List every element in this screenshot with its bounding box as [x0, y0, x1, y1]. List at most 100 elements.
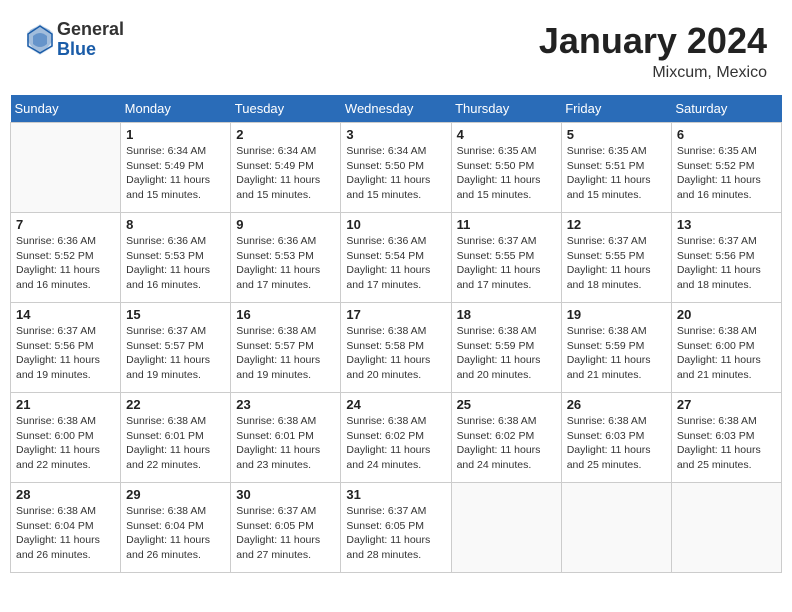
day-info: Sunrise: 6:37 AMSunset: 6:05 PMDaylight:… — [346, 504, 445, 563]
calendar-cell — [671, 483, 781, 573]
day-number: 22 — [126, 397, 225, 412]
day-info: Sunrise: 6:38 AMSunset: 5:59 PMDaylight:… — [567, 324, 666, 383]
day-number: 25 — [457, 397, 556, 412]
day-number: 29 — [126, 487, 225, 502]
calendar-cell: 21 Sunrise: 6:38 AMSunset: 6:00 PMDayligh… — [11, 393, 121, 483]
logo: General Blue — [25, 20, 124, 60]
day-number: 28 — [16, 487, 115, 502]
day-number: 31 — [346, 487, 445, 502]
calendar-cell: 28Sunrise: 6:38 AMSunset: 6:04 PMDayligh… — [11, 483, 121, 573]
day-info: Sunrise: 6:38 AMSunset: 5:59 PMDaylight:… — [457, 324, 556, 383]
day-number: 16 — [236, 307, 335, 322]
day-info: Sunrise: 6:38 AMSunset: 6:04 PMDaylight:… — [126, 504, 225, 563]
calendar-cell: 20 Sunrise: 6:38 AMSunset: 6:00 PMDayligh… — [671, 303, 781, 393]
calendar-cell: 11 Sunrise: 6:37 AMSunset: 5:55 PMDayligh… — [451, 213, 561, 303]
calendar-cell: 29 Sunrise: 6:38 AMSunset: 6:04 PMDayligh… — [121, 483, 231, 573]
day-number: 18 — [457, 307, 556, 322]
day-info: Sunrise: 6:38 AMSunset: 5:57 PMDaylight:… — [236, 324, 335, 383]
weekday-header-sunday: Sunday — [11, 95, 121, 123]
calendar-cell: 8 Sunrise: 6:36 AMSunset: 5:53 PMDaylight… — [121, 213, 231, 303]
day-number: 21 — [16, 397, 115, 412]
day-number: 6 — [677, 127, 776, 142]
day-info: Sunrise: 6:38 AMSunset: 6:02 PMDaylight:… — [346, 414, 445, 473]
day-number: 15 — [126, 307, 225, 322]
calendar-cell: 17Sunrise: 6:38 AMSunset: 5:58 PMDayligh… — [341, 303, 451, 393]
weekday-header-monday: Monday — [121, 95, 231, 123]
day-number: 13 — [677, 217, 776, 232]
calendar-cell: 5 Sunrise: 6:35 AMSunset: 5:51 PMDaylight… — [561, 123, 671, 213]
day-info: Sunrise: 6:37 AMSunset: 6:05 PMDaylight:… — [236, 504, 335, 563]
location: Mixcum, Mexico — [539, 64, 767, 82]
day-info: Sunrise: 6:35 AMSunset: 5:52 PMDaylight:… — [677, 144, 776, 203]
day-number: 17 — [346, 307, 445, 322]
day-number: 20 — [677, 307, 776, 322]
calendar-cell: 2Sunrise: 6:34 AMSunset: 5:49 PMDaylight… — [231, 123, 341, 213]
day-info: Sunrise: 6:38 AMSunset: 6:00 PMDaylight:… — [16, 414, 115, 473]
logo-general: General — [57, 20, 124, 40]
day-number: 7 — [16, 217, 115, 232]
day-info: Sunrise: 6:37 AMSunset: 5:57 PMDaylight:… — [126, 324, 225, 383]
day-number: 14 — [16, 307, 115, 322]
calendar-cell: 10 Sunrise: 6:36 AMSunset: 5:54 PMDayligh… — [341, 213, 451, 303]
day-number: 26 — [567, 397, 666, 412]
day-number: 11 — [457, 217, 556, 232]
logo-blue: Blue — [57, 40, 124, 60]
day-info: Sunrise: 6:37 AMSunset: 5:55 PMDaylight:… — [457, 234, 556, 293]
day-info: Sunrise: 6:38 AMSunset: 6:03 PMDaylight:… — [567, 414, 666, 473]
calendar-cell: 27 Sunrise: 6:38 AMSunset: 6:03 PMDayligh… — [671, 393, 781, 483]
calendar-cell: 12Sunrise: 6:37 AMSunset: 5:55 PMDayligh… — [561, 213, 671, 303]
calendar-cell: 24Sunrise: 6:38 AMSunset: 6:02 PMDayligh… — [341, 393, 451, 483]
day-info: Sunrise: 6:38 AMSunset: 6:01 PMDaylight:… — [126, 414, 225, 473]
calendar-cell: 18 Sunrise: 6:38 AMSunset: 5:59 PMDayligh… — [451, 303, 561, 393]
calendar-cell: 3Sunrise: 6:34 AMSunset: 5:50 PMDaylight… — [341, 123, 451, 213]
calendar-cell — [11, 123, 121, 213]
day-number: 4 — [457, 127, 556, 142]
calendar-cell — [561, 483, 671, 573]
week-row-2: 14 Sunrise: 6:37 AMSunset: 5:56 PMDayligh… — [11, 303, 782, 393]
day-number: 5 — [567, 127, 666, 142]
week-row-0: 1 Sunrise: 6:34 AMSunset: 5:49 PMDaylight… — [11, 123, 782, 213]
day-info: Sunrise: 6:36 AMSunset: 5:53 PMDaylight:… — [236, 234, 335, 293]
weekday-header-tuesday: Tuesday — [231, 95, 341, 123]
day-info: Sunrise: 6:37 AMSunset: 5:56 PMDaylight:… — [16, 324, 115, 383]
month-title: January 2024 — [539, 20, 767, 62]
calendar-cell: 14 Sunrise: 6:37 AMSunset: 5:56 PMDayligh… — [11, 303, 121, 393]
calendar-cell: 23Sunrise: 6:38 AMSunset: 6:01 PMDayligh… — [231, 393, 341, 483]
day-number: 9 — [236, 217, 335, 232]
calendar-cell: 15 Sunrise: 6:37 AMSunset: 5:57 PMDayligh… — [121, 303, 231, 393]
day-info: Sunrise: 6:34 AMSunset: 5:49 PMDaylight:… — [126, 144, 225, 203]
day-number: 27 — [677, 397, 776, 412]
weekday-header-saturday: Saturday — [671, 95, 781, 123]
weekday-header-thursday: Thursday — [451, 95, 561, 123]
week-row-3: 21 Sunrise: 6:38 AMSunset: 6:00 PMDayligh… — [11, 393, 782, 483]
week-row-1: 7 Sunrise: 6:36 AMSunset: 5:52 PMDaylight… — [11, 213, 782, 303]
day-info: Sunrise: 6:36 AMSunset: 5:54 PMDaylight:… — [346, 234, 445, 293]
day-number: 1 — [126, 127, 225, 142]
day-info: Sunrise: 6:36 AMSunset: 5:52 PMDaylight:… — [16, 234, 115, 293]
calendar-cell: 7 Sunrise: 6:36 AMSunset: 5:52 PMDaylight… — [11, 213, 121, 303]
day-info: Sunrise: 6:36 AMSunset: 5:53 PMDaylight:… — [126, 234, 225, 293]
day-info: Sunrise: 6:38 AMSunset: 6:00 PMDaylight:… — [677, 324, 776, 383]
title-area: January 2024 Mixcum, Mexico — [539, 20, 767, 82]
day-number: 12 — [567, 217, 666, 232]
day-number: 2 — [236, 127, 335, 142]
calendar-cell: 25Sunrise: 6:38 AMSunset: 6:02 PMDayligh… — [451, 393, 561, 483]
calendar-cell — [451, 483, 561, 573]
calendar-cell: 13Sunrise: 6:37 AMSunset: 5:56 PMDayligh… — [671, 213, 781, 303]
day-info: Sunrise: 6:38 AMSunset: 6:03 PMDaylight:… — [677, 414, 776, 473]
calendar: SundayMondayTuesdayWednesdayThursdayFrid… — [10, 95, 782, 573]
calendar-cell: 26 Sunrise: 6:38 AMSunset: 6:03 PMDayligh… — [561, 393, 671, 483]
calendar-cell: 1 Sunrise: 6:34 AMSunset: 5:49 PMDaylight… — [121, 123, 231, 213]
day-info: Sunrise: 6:34 AMSunset: 5:50 PMDaylight:… — [346, 144, 445, 203]
logo-icon — [25, 22, 55, 57]
day-number: 30 — [236, 487, 335, 502]
page-header: General Blue January 2024 Mixcum, Mexico — [10, 10, 782, 87]
calendar-cell: 16 Sunrise: 6:38 AMSunset: 5:57 PMDayligh… — [231, 303, 341, 393]
day-number: 10 — [346, 217, 445, 232]
calendar-cell: 22 Sunrise: 6:38 AMSunset: 6:01 PMDayligh… — [121, 393, 231, 483]
calendar-cell: 6 Sunrise: 6:35 AMSunset: 5:52 PMDaylight… — [671, 123, 781, 213]
day-number: 8 — [126, 217, 225, 232]
day-info: Sunrise: 6:35 AMSunset: 5:51 PMDaylight:… — [567, 144, 666, 203]
calendar-cell: 19Sunrise: 6:38 AMSunset: 5:59 PMDayligh… — [561, 303, 671, 393]
calendar-cell: 30 Sunrise: 6:37 AMSunset: 6:05 PMDayligh… — [231, 483, 341, 573]
